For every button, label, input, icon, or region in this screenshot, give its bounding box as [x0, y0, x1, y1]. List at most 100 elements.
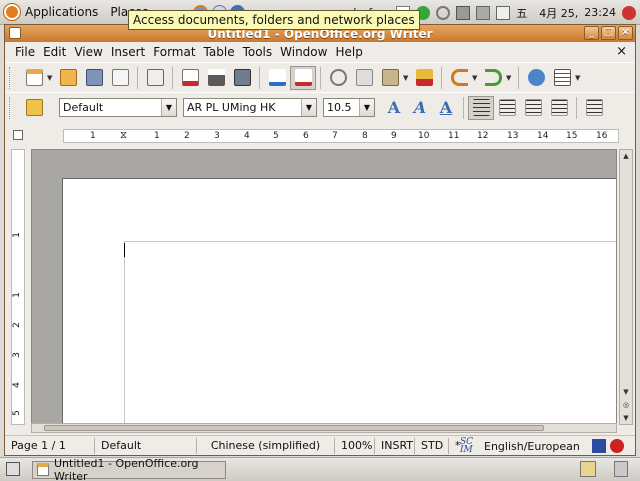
italic-button[interactable]: A — [407, 98, 433, 117]
navigation-icon[interactable]: ◎ — [620, 399, 632, 411]
input-method-status[interactable]: SC IM English/European — [460, 436, 624, 456]
text-cursor — [124, 243, 125, 257]
trash-icon[interactable] — [614, 461, 628, 477]
menu-file[interactable]: File — [11, 45, 39, 59]
help-icon[interactable] — [609, 439, 624, 453]
toolbar-grip[interactable] — [9, 66, 13, 89]
text-area-boundary[interactable] — [124, 241, 616, 424]
redo-button[interactable] — [480, 66, 506, 90]
font-size-select[interactable]: 10.5 ▼ — [323, 98, 375, 117]
justify-button[interactable] — [546, 96, 572, 120]
export-pdf-button[interactable] — [177, 66, 203, 90]
scroll-up-icon[interactable]: ▲ — [620, 150, 632, 162]
table-button[interactable] — [549, 66, 575, 90]
standard-toolbar: ▼ ▼ ▼ ▼ ▼ — [5, 62, 635, 92]
menu-insert[interactable]: Insert — [107, 45, 149, 59]
cut-button[interactable] — [325, 66, 351, 90]
document-viewport[interactable] — [31, 149, 617, 425]
workspace-switcher-icon[interactable] — [580, 461, 596, 477]
status-page-style[interactable]: Default — [95, 437, 197, 454]
shutdown-icon[interactable] — [622, 5, 636, 20]
tab-stop-selector[interactable] — [13, 130, 23, 140]
status-selection-mode[interactable]: STD — [415, 437, 449, 454]
spellcheck-button[interactable] — [264, 66, 290, 90]
vertical-ruler[interactable]: 1 1 2 3 4 5 — [11, 149, 25, 425]
taskbar-button-writer[interactable]: Untitled1 - OpenOffice.org Writer — [32, 457, 226, 481]
bold-button[interactable]: A — [381, 98, 407, 117]
navigator-button[interactable] — [523, 66, 549, 90]
status-page[interactable]: Page 1 / 1 — [5, 437, 95, 454]
close-window-button[interactable]: × — [618, 26, 633, 40]
align-center-button[interactable] — [494, 96, 520, 120]
autospellcheck-button[interactable] — [290, 65, 316, 90]
scroll-down-icon[interactable]: ▼ — [620, 386, 632, 398]
edit-file-button[interactable] — [142, 66, 168, 90]
writer-doc-icon — [37, 463, 49, 476]
print-preview-icon — [233, 69, 251, 86]
align-left-button[interactable] — [468, 95, 494, 120]
maximize-button[interactable]: □ — [601, 26, 616, 40]
align-right-button[interactable] — [520, 96, 546, 120]
paste-button[interactable] — [377, 66, 403, 90]
paragraph-style-select[interactable]: Default ▼ — [59, 98, 177, 117]
styles-formatting-button[interactable] — [21, 96, 47, 120]
font-size-dropdown-icon[interactable]: ▼ — [359, 99, 374, 116]
window-menu-icon[interactable] — [9, 27, 21, 39]
font-name-dropdown-icon[interactable]: ▼ — [301, 99, 316, 116]
ruler-number: 10 — [418, 131, 430, 141]
applications-menu[interactable]: Applications — [0, 0, 102, 25]
menu-format[interactable]: Format — [149, 45, 199, 59]
paste-dropdown-arrow[interactable]: ▼ — [403, 74, 411, 82]
print-button[interactable] — [203, 66, 229, 90]
volume-tray-icon[interactable] — [476, 5, 491, 20]
vertical-scrollbar[interactable]: ▲ ▼ ◎ ▼ — [619, 149, 633, 425]
ruler-indent-marker[interactable]: ⧖ — [120, 130, 127, 141]
keyboard-layout-icon[interactable] — [591, 439, 606, 453]
list-icon — [585, 99, 603, 116]
status-language[interactable]: Chinese (simplified) — [197, 437, 335, 454]
horizontal-scroll-thumb[interactable] — [44, 425, 544, 431]
open-button[interactable] — [55, 66, 81, 90]
new-document-button[interactable] — [21, 66, 47, 90]
status-zoom[interactable]: 100% — [335, 437, 375, 454]
horizontal-scrollbar[interactable] — [31, 423, 617, 433]
undo-dropdown-arrow[interactable]: ▼ — [472, 74, 480, 82]
monitor-tray-icon[interactable] — [456, 5, 471, 20]
toolbar-separator — [172, 66, 173, 89]
menu-edit[interactable]: Edit — [39, 45, 70, 59]
document-page[interactable] — [62, 178, 616, 424]
close-document-icon[interactable]: × — [616, 44, 627, 59]
menubar: File Edit View Insert Format Table Tools… — [5, 42, 635, 62]
keyboard-tray-icon[interactable] — [496, 5, 511, 20]
format-paintbrush-button[interactable] — [411, 66, 437, 90]
menu-help[interactable]: Help — [331, 45, 366, 59]
menu-table[interactable]: Table — [200, 45, 239, 59]
horizontal-ruler[interactable]: 1 ⧖ 1 2 3 4 5 6 7 8 9 10 11 12 13 14 15 … — [5, 125, 635, 145]
print-preview-button[interactable] — [229, 66, 255, 90]
save-button[interactable] — [81, 66, 107, 90]
menu-view[interactable]: View — [70, 45, 106, 59]
new-dropdown-arrow[interactable]: ▼ — [47, 74, 55, 82]
numbering-button[interactable] — [581, 96, 607, 120]
show-desktop-icon[interactable] — [6, 462, 20, 476]
ruler-scale[interactable]: 1 ⧖ 1 2 3 4 5 6 7 8 9 10 11 12 13 14 15 … — [63, 129, 619, 143]
underline-button[interactable]: A — [433, 98, 459, 117]
font-size-value: 10.5 — [327, 101, 352, 114]
toolbar-grip[interactable] — [9, 96, 13, 119]
next-page-icon[interactable]: ▼ — [620, 412, 632, 424]
email-button[interactable] — [107, 66, 133, 90]
ime-indicator[interactable]: 五 — [516, 5, 527, 21]
copy-button[interactable] — [351, 66, 377, 90]
redo-dropdown-arrow[interactable]: ▼ — [506, 74, 514, 82]
panel-date[interactable]: 4月 25, — [539, 5, 578, 21]
menu-tools[interactable]: Tools — [239, 45, 277, 59]
minimize-button[interactable]: _ — [584, 26, 599, 40]
menu-window[interactable]: Window — [276, 45, 331, 59]
paragraph-style-dropdown-icon[interactable]: ▼ — [161, 99, 176, 116]
clock-tray-icon[interactable] — [436, 5, 451, 20]
panel-time[interactable]: 23:24 — [584, 6, 616, 19]
font-name-select[interactable]: AR PL UMing HK ▼ — [183, 98, 317, 117]
status-insert-mode[interactable]: INSRT — [375, 437, 415, 454]
undo-button[interactable] — [446, 66, 472, 90]
table-dropdown-arrow[interactable]: ▼ — [575, 74, 583, 82]
